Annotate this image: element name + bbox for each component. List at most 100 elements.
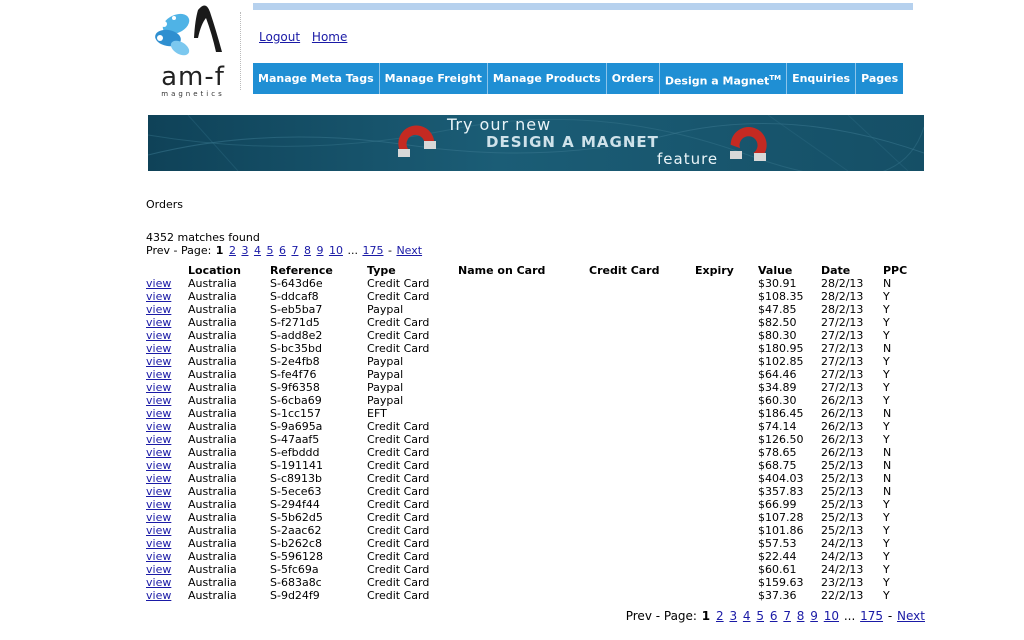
pager-ellipsis: ...: [843, 609, 856, 623]
cell-date: 24/2/13: [821, 550, 864, 563]
cell-name-on-card: [458, 316, 589, 329]
cell-value: $74.14: [758, 420, 797, 433]
cell-name-on-card: [458, 459, 589, 472]
cell-type: Credit Card: [367, 316, 430, 329]
view-order-link[interactable]: view: [146, 498, 171, 511]
view-order-link[interactable]: view: [146, 433, 171, 446]
home-link[interactable]: Home: [312, 30, 347, 44]
pager-page-link[interactable]: 2: [716, 609, 724, 623]
cell-expiry: [695, 355, 758, 368]
pager-page-link[interactable]: 6: [279, 244, 286, 257]
view-order-link[interactable]: view: [146, 511, 171, 524]
cell-reference: S-bc35bd: [270, 342, 322, 355]
pager-page-link[interactable]: 6: [770, 609, 778, 623]
view-cell: view: [146, 342, 188, 355]
cell-credit-card: [589, 472, 695, 485]
logout-link[interactable]: Logout: [259, 30, 300, 44]
pager-page-link[interactable]: 2: [229, 244, 236, 257]
view-order-link[interactable]: view: [146, 524, 171, 537]
cell-expiry: [695, 342, 758, 355]
view-order-link[interactable]: view: [146, 485, 171, 498]
pager-last-page-link[interactable]: 175: [860, 609, 883, 623]
pager-page-link[interactable]: 5: [756, 609, 764, 623]
view-order-link[interactable]: view: [146, 459, 171, 472]
cell-credit-card: [589, 511, 695, 524]
nav-design-a-magnet[interactable]: Design a MagnetTM: [660, 63, 788, 94]
cell-credit-card: [589, 563, 695, 576]
view-order-link[interactable]: view: [146, 368, 171, 381]
cell-value: $60.61: [758, 563, 797, 576]
column-header-value: Value: [758, 264, 793, 277]
pager-page-link[interactable]: 9: [810, 609, 818, 623]
view-order-link[interactable]: view: [146, 576, 171, 589]
view-cell: view: [146, 420, 188, 433]
table-row: view Australia S-add8e2 Credit Card $80.30 27…: [146, 329, 913, 342]
pager-page-link[interactable]: 9: [316, 244, 323, 257]
view-order-link[interactable]: view: [146, 407, 171, 420]
view-order-link[interactable]: view: [146, 277, 171, 290]
view-order-link[interactable]: view: [146, 329, 171, 342]
pager-page-link[interactable]: 8: [304, 244, 311, 257]
table-row: view Australia S-1cc157 EFT $186.45 26/2/13 N: [146, 407, 913, 420]
cell-date: 28/2/13: [821, 277, 864, 290]
cell-type: Paypal: [367, 368, 404, 381]
cell-credit-card: [589, 303, 695, 316]
pager-page-link[interactable]: 3: [729, 609, 737, 623]
cell-value: $107.28: [758, 511, 804, 524]
pager-page-link[interactable]: 7: [291, 244, 298, 257]
view-order-link[interactable]: view: [146, 550, 171, 563]
pager-page-link[interactable]: 5: [266, 244, 273, 257]
pager-page-link[interactable]: 4: [743, 609, 751, 623]
table-row: view Australia S-2aac62 Credit Card $101.86 2…: [146, 524, 913, 537]
pager-page-link[interactable]: 4: [254, 244, 261, 257]
view-order-link[interactable]: view: [146, 472, 171, 485]
pager-page-link[interactable]: 10: [329, 244, 343, 257]
view-order-link[interactable]: view: [146, 563, 171, 576]
pager-page-link[interactable]: 10: [824, 609, 839, 623]
cell-location: Australia: [188, 524, 237, 537]
nav-orders[interactable]: Orders: [607, 63, 660, 94]
site-logo[interactable]: am-f magnetics: [146, 2, 240, 102]
cell-value: $66.99: [758, 498, 797, 511]
cell-date: 27/2/13: [821, 381, 864, 394]
pager-next-link[interactable]: Next: [897, 609, 925, 623]
cell-credit-card: [589, 394, 695, 407]
view-order-link[interactable]: view: [146, 316, 171, 329]
cell-expiry: [695, 303, 758, 316]
view-cell: view: [146, 303, 188, 316]
view-cell: view: [146, 290, 188, 303]
cell-name-on-card: [458, 472, 589, 485]
view-order-link[interactable]: view: [146, 420, 171, 433]
pager-next-link[interactable]: Next: [396, 244, 422, 257]
cell-location: Australia: [188, 277, 237, 290]
view-order-link[interactable]: view: [146, 290, 171, 303]
nav-manage-meta-tags[interactable]: Manage Meta Tags: [253, 63, 380, 94]
pager-last-page-link[interactable]: 175: [362, 244, 383, 257]
pager-page-link[interactable]: 8: [797, 609, 805, 623]
nav-pages[interactable]: Pages: [856, 63, 903, 94]
cell-date: 25/2/13: [821, 524, 864, 537]
view-order-link[interactable]: view: [146, 303, 171, 316]
cell-credit-card: [589, 277, 695, 290]
view-order-link[interactable]: view: [146, 394, 171, 407]
pager-page-link[interactable]: 3: [241, 244, 248, 257]
pager-separator: -: [387, 244, 392, 257]
cell-ppc: Y: [883, 563, 890, 576]
view-order-link[interactable]: view: [146, 589, 171, 602]
nav-manage-products[interactable]: Manage Products: [488, 63, 607, 94]
horseshoe-magnet-icon: [398, 125, 436, 157]
table-row: view Australia S-294f44 Credit Card $66.99 25…: [146, 498, 913, 511]
view-order-link[interactable]: view: [146, 446, 171, 459]
view-order-link[interactable]: view: [146, 355, 171, 368]
pager-page-link[interactable]: 7: [783, 609, 791, 623]
cell-reference: S-1cc157: [270, 407, 322, 420]
cell-ppc: Y: [883, 537, 890, 550]
table-row: view Australia S-2e4fb8 Paypal $102.85 27/2/1…: [146, 355, 913, 368]
view-order-link[interactable]: view: [146, 537, 171, 550]
nav-manage-freight[interactable]: Manage Freight: [380, 63, 488, 94]
view-order-link[interactable]: view: [146, 381, 171, 394]
cell-ppc: Y: [883, 368, 890, 381]
nav-enquiries[interactable]: Enquiries: [787, 63, 857, 94]
view-order-link[interactable]: view: [146, 342, 171, 355]
cell-credit-card: [589, 550, 695, 563]
